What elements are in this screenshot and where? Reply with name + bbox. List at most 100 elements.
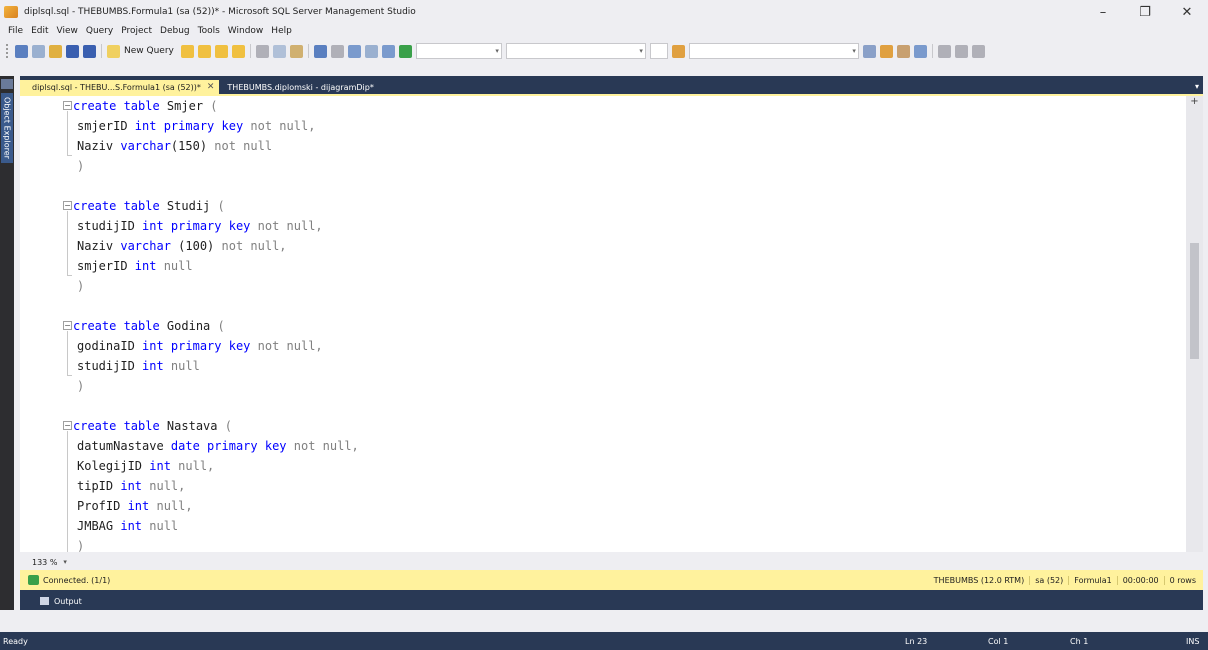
analysis-mdx-query-icon[interactable] [197, 44, 211, 58]
char-number: Ch 1 [1070, 637, 1089, 646]
code-line: datumNastave date primary key not null, [77, 439, 359, 453]
tab-diplsql-query[interactable]: diplsql.sql - THEBU...S.Formula1 (sa (52… [20, 80, 220, 94]
cut-icon[interactable] [255, 44, 269, 58]
minimize-button[interactable]: – [1082, 0, 1124, 24]
collapse-icon[interactable]: − [63, 421, 72, 430]
code-line: studijID int null [77, 359, 200, 373]
close-tab-icon[interactable]: ✕ [207, 82, 215, 92]
tab-label: diplsql.sql - THEBU...S.Formula1 (sa (52… [32, 82, 201, 92]
fold-guide-end [67, 155, 72, 156]
zoom-level[interactable]: 133 % [32, 558, 57, 567]
new-project-icon[interactable] [15, 44, 28, 58]
object-explorer-tab[interactable]: Object Explorer [1, 93, 13, 163]
properties-icon[interactable] [862, 44, 876, 58]
navigate-backward-icon[interactable] [347, 44, 361, 58]
bookmarks-icon[interactable] [954, 44, 968, 58]
left-dock-panel: Object Explorer [0, 76, 14, 610]
analysis-dmx-query-icon[interactable] [214, 44, 228, 58]
menu-edit[interactable]: Edit [27, 26, 52, 36]
solution-configuration-dropdown[interactable]: ▾ [415, 43, 502, 59]
output-panel-tab[interactable]: Output [20, 592, 100, 610]
navigate-forward-icon[interactable] [364, 44, 378, 58]
row-count: 0 rows [1163, 575, 1201, 585]
split-window-icon[interactable]: + [1189, 96, 1200, 108]
redo-icon[interactable] [330, 44, 344, 58]
code-line: Naziv varchar (100) not null, [77, 239, 287, 253]
find-in-files-icon[interactable] [671, 44, 685, 58]
menu-debug[interactable]: Debug [156, 26, 194, 36]
code-line: JMBAG int null [77, 519, 179, 533]
editor-gutter [20, 96, 64, 552]
save-all-icon[interactable] [83, 44, 96, 58]
find-text-input[interactable]: ▾ [688, 43, 859, 59]
line-number: Ln 23 [905, 637, 928, 646]
undo-icon[interactable] [313, 44, 327, 58]
document-area: diplsql.sql - THEBU...S.Formula1 (sa (52… [20, 76, 1203, 610]
document-tab-strip: diplsql.sql - THEBU...S.Formula1 (sa (52… [20, 80, 1203, 94]
collapse-icon[interactable]: − [63, 101, 72, 110]
connected-icon [28, 575, 39, 585]
solution-explorer-icon[interactable] [381, 44, 395, 58]
menu-bar: File Edit View Query Project Debug Tools… [0, 24, 1208, 38]
sql-query-editor[interactable]: − create table Smjer ( smjerID int prima… [20, 94, 1203, 572]
menu-query[interactable]: Query [82, 26, 117, 36]
menu-project[interactable]: Project [117, 26, 156, 36]
menu-window[interactable]: Window [224, 26, 268, 36]
toolbox-icon[interactable] [896, 44, 910, 58]
template-explorer-icon[interactable] [937, 44, 951, 58]
analysis-xmla-query-icon[interactable] [231, 44, 245, 58]
toolbar-options-icon[interactable] [971, 44, 985, 58]
toolbar-grip[interactable] [6, 44, 9, 58]
query-status-bar: Connected. (1/1) THEBUMBS (12.0 RTM) sa … [20, 570, 1203, 590]
open-file-icon[interactable] [49, 44, 62, 58]
code-line: smjerID int null [77, 259, 193, 273]
connection-info: THEBUMBS (12.0 RTM) sa (52) Formula1 00:… [929, 570, 1201, 590]
collapse-icon[interactable]: − [63, 201, 72, 210]
server-name: THEBUMBS (12.0 RTM) [933, 575, 1025, 585]
ssms-app-icon [4, 6, 18, 18]
fold-guide [67, 111, 68, 155]
menu-file[interactable]: File [4, 26, 27, 36]
database-name: Formula1 [1068, 575, 1116, 585]
add-item-icon[interactable] [32, 44, 45, 58]
start-debug-icon[interactable] [398, 44, 412, 58]
window-controls: – ❐ ✕ [1082, 0, 1208, 24]
zoom-dropdown-icon[interactable]: ▾ [63, 558, 67, 566]
collapse-icon[interactable]: − [63, 321, 72, 330]
code-line: studijID int primary key not null, [77, 219, 323, 233]
code-line: create table Nastava ( [73, 419, 232, 433]
menu-tools[interactable]: Tools [194, 26, 224, 36]
save-icon[interactable] [66, 44, 79, 58]
vertical-scroll-thumb[interactable] [1190, 243, 1199, 359]
new-query-icon[interactable] [107, 44, 120, 58]
pin-icon[interactable] [1, 79, 13, 89]
vertical-scrollbar[interactable]: + [1186, 96, 1203, 552]
registered-servers-icon[interactable] [913, 44, 927, 58]
close-window-button[interactable]: ✕ [1166, 0, 1208, 24]
menu-help[interactable]: Help [267, 26, 296, 36]
horizontal-scrollbar[interactable] [80, 556, 1180, 568]
paste-icon[interactable] [289, 44, 303, 58]
tab-list-dropdown-icon[interactable]: ▾ [1195, 82, 1199, 91]
solution-platform-dropdown[interactable]: ▾ [505, 43, 646, 59]
code-line: smjerID int primary key not null, [77, 119, 316, 133]
object-explorer-details-icon[interactable] [879, 44, 893, 58]
restore-button[interactable]: ❐ [1124, 0, 1166, 24]
chevron-down-icon: ▾ [495, 47, 499, 55]
copy-icon[interactable] [272, 44, 286, 58]
code-line: create table Godina ( [73, 319, 225, 333]
editor-bottom-bar: 133 % ▾ [20, 552, 1203, 572]
fold-guide [67, 211, 68, 275]
chevron-down-icon: ▾ [852, 47, 856, 55]
code-line: ) [77, 279, 85, 293]
toolbar-separator [931, 44, 933, 58]
tab-diagram[interactable]: THEBUMBS.diplomski - dijagramDip* [219, 80, 381, 94]
menu-view[interactable]: View [53, 26, 82, 36]
insert-mode: INS [1186, 637, 1200, 646]
login-user: sa (52) [1029, 575, 1068, 585]
new-query-button[interactable]: New Query [124, 46, 174, 56]
database-engine-query-icon[interactable] [180, 44, 194, 58]
find-target-dropdown[interactable] [649, 43, 668, 59]
code-line: Naziv varchar(150) not null [77, 139, 273, 153]
code-line: ) [77, 379, 85, 393]
